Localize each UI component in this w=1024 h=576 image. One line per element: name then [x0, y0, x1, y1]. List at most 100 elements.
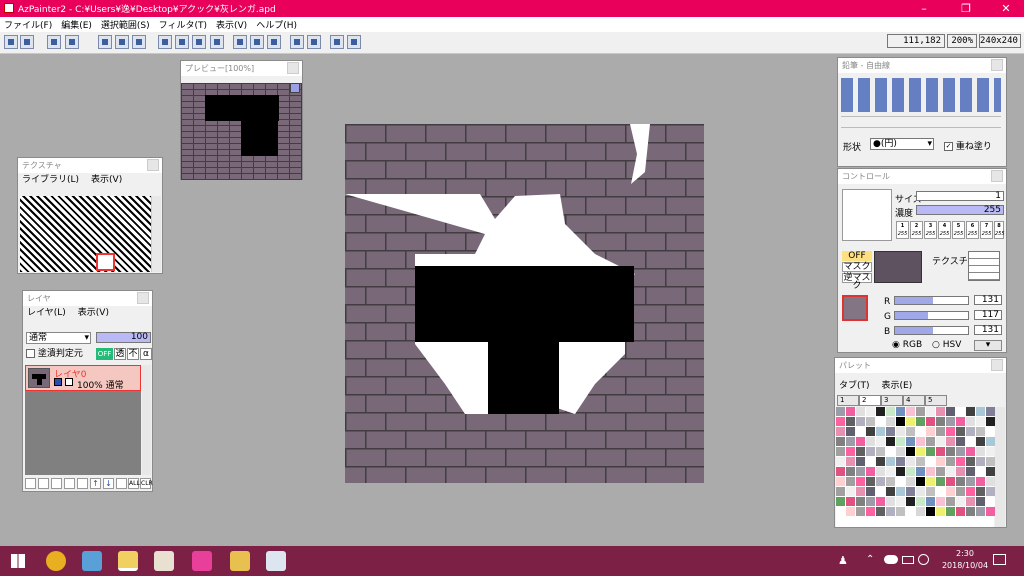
transparency-toggle[interactable]: 透 [114, 348, 126, 360]
battery-icon[interactable] [902, 556, 914, 564]
close-icon[interactable] [991, 359, 1003, 371]
preset-button[interactable]: 1 255 [896, 221, 909, 239]
palette-swatch[interactable] [966, 497, 975, 506]
palette-swatch[interactable] [856, 447, 865, 456]
drawing-canvas[interactable] [345, 124, 704, 483]
palette-swatch[interactable] [956, 437, 965, 446]
palette-swatch[interactable] [966, 407, 975, 416]
palette-swatch[interactable] [926, 417, 935, 426]
new-file-icon[interactable] [4, 35, 18, 49]
palette-swatch[interactable] [946, 437, 955, 446]
palette-swatch[interactable] [906, 407, 915, 416]
menu-layer[interactable]: レイヤ(L) [27, 308, 66, 318]
blue-slider[interactable] [894, 326, 969, 335]
palette-swatch[interactable] [986, 507, 995, 516]
palette-swatch[interactable] [906, 427, 915, 436]
rgb-radio[interactable]: ◉ RGB [892, 340, 922, 350]
palette-swatch[interactable] [936, 407, 945, 416]
palette-swatch[interactable] [966, 477, 975, 486]
save-icon[interactable] [47, 35, 61, 49]
palette-swatch[interactable] [896, 447, 905, 456]
palette-swatch[interactable] [866, 417, 875, 426]
layer-clear-icon[interactable] [116, 478, 127, 489]
texture-selected[interactable] [96, 253, 115, 271]
palette-swatch[interactable] [986, 457, 995, 466]
palette-swatch[interactable] [976, 427, 985, 436]
notepad-icon[interactable] [82, 551, 102, 571]
palette-swatch[interactable] [876, 417, 885, 426]
menu-edit[interactable]: 編集(E) [61, 18, 92, 31]
red-value[interactable]: 131 [974, 295, 1002, 305]
notification-icon[interactable] [993, 554, 1006, 565]
palette-swatch[interactable] [946, 417, 955, 426]
palette-swatch[interactable] [926, 427, 935, 436]
palette-swatch[interactable] [876, 427, 885, 436]
palette-swatch[interactable] [956, 467, 965, 476]
texture-preview[interactable] [968, 251, 1000, 281]
shape-tool-row[interactable] [841, 116, 1001, 128]
palette-swatch[interactable] [906, 467, 915, 476]
layer-opacity-slider[interactable]: 100 [96, 332, 151, 343]
palette-swatch[interactable] [956, 507, 965, 516]
palette-swatch[interactable] [976, 407, 985, 416]
palette-swatch[interactable] [926, 437, 935, 446]
delete-layer-icon[interactable] [51, 478, 62, 489]
layer-row[interactable]: レイヤ0 100% 通常 [25, 365, 141, 391]
move-up-icon[interactable]: ↑ [90, 478, 101, 489]
palette-swatch[interactable] [936, 447, 945, 456]
alpha-toggle[interactable]: α [140, 348, 152, 360]
blue-value[interactable]: 131 [974, 325, 1002, 335]
palette-swatch[interactable] [926, 447, 935, 456]
menu-view[interactable]: 表示(V) [216, 18, 247, 31]
zoom-icon[interactable] [233, 35, 247, 49]
palette-swatch[interactable] [956, 427, 965, 436]
palette-tab[interactable]: 2 [859, 395, 881, 406]
palette-swatch[interactable] [926, 487, 935, 496]
network-icon[interactable] [918, 554, 929, 565]
palette-swatch[interactable] [926, 507, 935, 516]
palette-swatch[interactable] [966, 487, 975, 496]
palette-swatch[interactable] [976, 437, 985, 446]
palette-swatch[interactable] [896, 437, 905, 446]
palette-swatch[interactable] [966, 437, 975, 446]
palette-swatch[interactable] [866, 437, 875, 446]
copy-icon[interactable] [347, 35, 361, 49]
palette-swatch[interactable] [956, 477, 965, 486]
palette-swatch[interactable] [886, 427, 895, 436]
preset-button[interactable]: 3 255 [924, 221, 937, 239]
preset-button[interactable]: 6 255 [966, 221, 979, 239]
palette-swatch[interactable] [876, 447, 885, 456]
palette-swatch[interactable] [886, 467, 895, 476]
menu-selection[interactable]: 選択範囲(S) [101, 18, 150, 31]
palette-tab[interactable]: 1 [837, 395, 859, 406]
palette-swatch[interactable] [966, 447, 975, 456]
palette-swatch[interactable] [916, 497, 925, 506]
preview-toggle-icon[interactable] [98, 35, 112, 49]
palette-swatch[interactable] [886, 497, 895, 506]
palette-swatch[interactable] [976, 477, 985, 486]
palette-swatch[interactable] [836, 467, 845, 476]
palette-swatch[interactable] [956, 447, 965, 456]
mask-color-swatch[interactable] [874, 251, 922, 283]
palette-swatch[interactable] [896, 477, 905, 486]
clr-button[interactable]: CLR [140, 478, 153, 489]
mask-off-button[interactable]: OFF [842, 251, 872, 261]
palette-swatch[interactable] [946, 427, 955, 436]
windows-start-icon[interactable] [11, 554, 25, 568]
palette-swatch[interactable] [916, 487, 925, 496]
close-button[interactable]: ✕ [986, 0, 1024, 17]
save-as-icon[interactable] [65, 35, 79, 49]
palette-swatch[interactable] [846, 417, 855, 426]
checkmark-icon[interactable]: ✓ [944, 142, 953, 151]
size-slider[interactable]: 1 [916, 191, 1004, 201]
palette-swatch[interactable] [986, 477, 995, 486]
visibility-icon[interactable] [54, 378, 62, 386]
red-slider[interactable] [894, 296, 969, 305]
palette-swatch[interactable] [916, 437, 925, 446]
palette-swatch[interactable] [956, 407, 965, 416]
palette-swatch[interactable] [906, 457, 915, 466]
palette-swatch-grid[interactable] [836, 407, 995, 527]
palette-swatch[interactable] [936, 497, 945, 506]
palette-swatch[interactable] [976, 447, 985, 456]
palette-swatch[interactable] [936, 507, 945, 516]
